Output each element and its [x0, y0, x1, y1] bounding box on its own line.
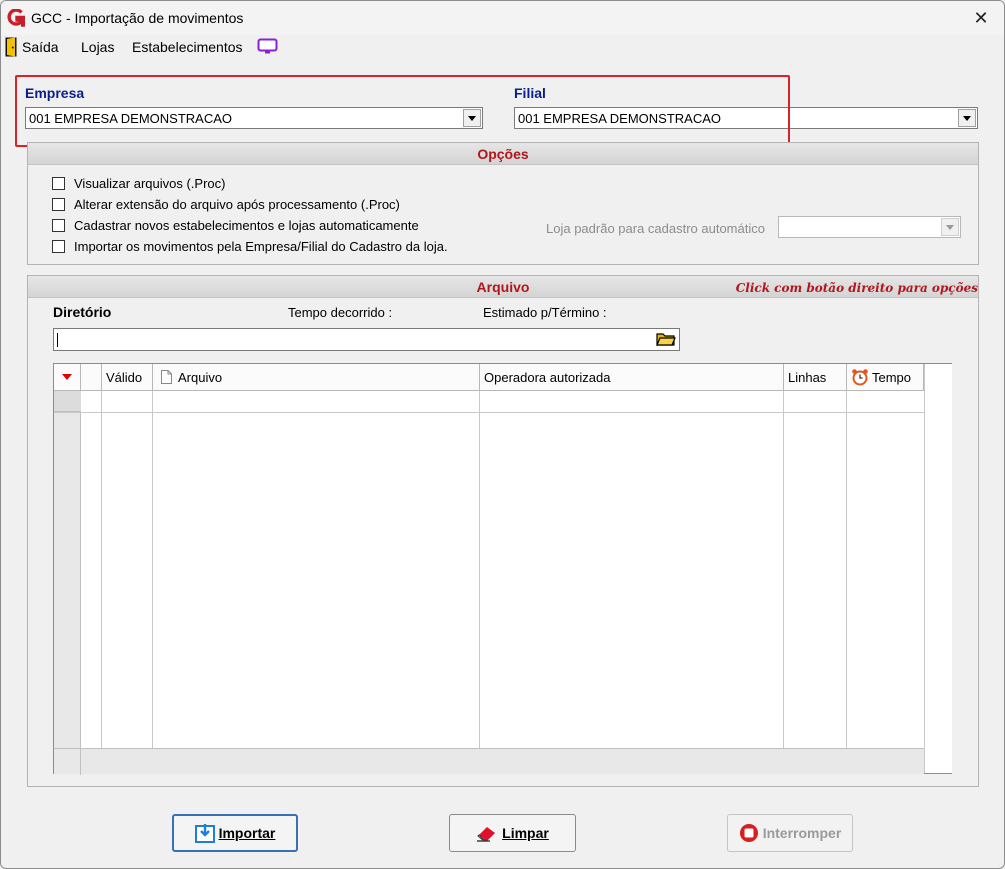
importar-label: Importar: [218, 825, 276, 841]
row-indicator-header[interactable]: [54, 364, 81, 391]
row-indicator-cell: [54, 391, 81, 412]
filial-dropdown-button[interactable]: [958, 109, 976, 127]
opcoes-header: Opções: [28, 143, 978, 165]
highlight-annotation: [15, 75, 790, 147]
grid-column-line: [783, 391, 784, 748]
checkbox[interactable]: [52, 176, 65, 190]
menu-lojas[interactable]: Lojas: [81, 37, 114, 57]
arquivo-title: Arquivo: [476, 279, 530, 295]
checkbox-label: Cadastrar novos estabelecimentos e lojas…: [74, 217, 419, 233]
column-header-tempo[interactable]: Tempo: [847, 364, 924, 391]
checkbox[interactable]: [52, 239, 65, 253]
row-indicator-column: [54, 391, 81, 748]
chevron-down-icon: [946, 224, 954, 230]
option-alterar-extensao[interactable]: Alterar extensão do arquivo após process…: [52, 195, 400, 213]
loja-padrao-dropdown-button[interactable]: [941, 218, 959, 236]
column-header-linhas[interactable]: Linhas: [784, 364, 847, 391]
importar-button[interactable]: Importar: [172, 814, 298, 852]
title-bar: GCC - Importação de movimentos ✕: [1, 1, 1004, 35]
column-header-blank[interactable]: [81, 364, 102, 391]
opcoes-title: Opções: [477, 146, 529, 162]
column-label: Operadora autorizada: [484, 369, 611, 385]
grid-row-separator: [54, 412, 924, 413]
browse-folder-button[interactable]: [654, 330, 678, 349]
column-label: Válido: [106, 369, 143, 385]
grid-footer-row: [54, 748, 924, 775]
interromper-label: Interromper: [762, 825, 842, 841]
column-label: Linhas: [788, 369, 827, 385]
text-caret: [57, 333, 58, 347]
grid-column-line: [479, 391, 480, 748]
close-button[interactable]: ✕: [958, 1, 1004, 35]
option-cadastrar-novos[interactable]: Cadastrar novos estabelecimentos e lojas…: [52, 216, 419, 234]
grid-column-line: [101, 391, 102, 748]
sort-arrow-icon: [62, 374, 72, 380]
arquivo-header: Arquivo Click com botão direito para opç…: [28, 276, 978, 298]
column-label: Tempo: [872, 369, 912, 385]
checkbox[interactable]: [52, 218, 65, 232]
diretorio-label: Diretório: [53, 304, 112, 320]
diretorio-input[interactable]: [53, 328, 680, 351]
chevron-down-icon: [963, 115, 971, 121]
file-icon: [161, 370, 172, 384]
checkbox[interactable]: [52, 197, 65, 211]
menu-saida[interactable]: Saída: [22, 37, 59, 57]
grid-right-gutter: [924, 364, 952, 773]
column-header-arquivo[interactable]: Arquivo: [153, 364, 480, 391]
checkbox-label: Alterar extensão do arquivo após process…: [74, 196, 400, 212]
close-icon: ✕: [973, 7, 989, 28]
files-grid[interactable]: Válido Arquivo Operadora autorizada Linh…: [53, 363, 952, 775]
option-importar-movimentos[interactable]: Importar os movimentos pela Empresa/Fili…: [52, 237, 448, 255]
eraser-icon: [477, 827, 496, 842]
alarm-clock-icon: [852, 369, 868, 386]
exit-door-icon: [5, 37, 17, 57]
footer-indicator-cell: [54, 749, 81, 775]
main-window: GCC - Importação de movimentos ✕ Saída L…: [0, 0, 1005, 869]
limpar-label: Limpar: [502, 825, 549, 841]
checkbox-label: Visualizar arquivos (.Proc): [74, 175, 226, 191]
folder-icon: [656, 333, 676, 346]
option-visualizar-arquivos[interactable]: Visualizar arquivos (.Proc): [52, 174, 225, 192]
column-header-valido[interactable]: Válido: [102, 364, 153, 391]
grid-column-line: [846, 391, 847, 748]
tempo-decorrido-label: Tempo decorrido :: [288, 305, 393, 320]
column-label: Arquivo: [178, 369, 223, 385]
import-icon: [194, 824, 215, 843]
estimado-termino-label: Estimado p/Término :: [483, 305, 607, 320]
opcoes-group: Opções Visualizar arquivos (.Proc) Alter…: [27, 142, 979, 265]
context-menu-hint: Click com botão direito para opções: [735, 281, 978, 295]
limpar-button[interactable]: Limpar: [449, 814, 576, 852]
gcc-logo-icon: [7, 9, 25, 27]
window-title: GCC - Importação de movimentos: [31, 10, 244, 26]
menu-estabelecimentos[interactable]: Estabelecimentos: [132, 37, 243, 57]
grid-column-line: [152, 391, 153, 748]
loja-padrao-label: Loja padrão para cadastro automático: [546, 221, 765, 236]
menu-bar: Saída Lojas Estabelecimentos: [1, 35, 1004, 59]
monitor-icon[interactable]: [257, 38, 278, 55]
checkbox-label: Importar os movimentos pela Empresa/Fili…: [74, 238, 448, 254]
column-header-operadora[interactable]: Operadora autorizada: [480, 364, 784, 391]
loja-padrao-select[interactable]: [778, 216, 961, 238]
stop-icon: [739, 824, 758, 842]
interromper-button[interactable]: Interromper: [727, 814, 853, 852]
